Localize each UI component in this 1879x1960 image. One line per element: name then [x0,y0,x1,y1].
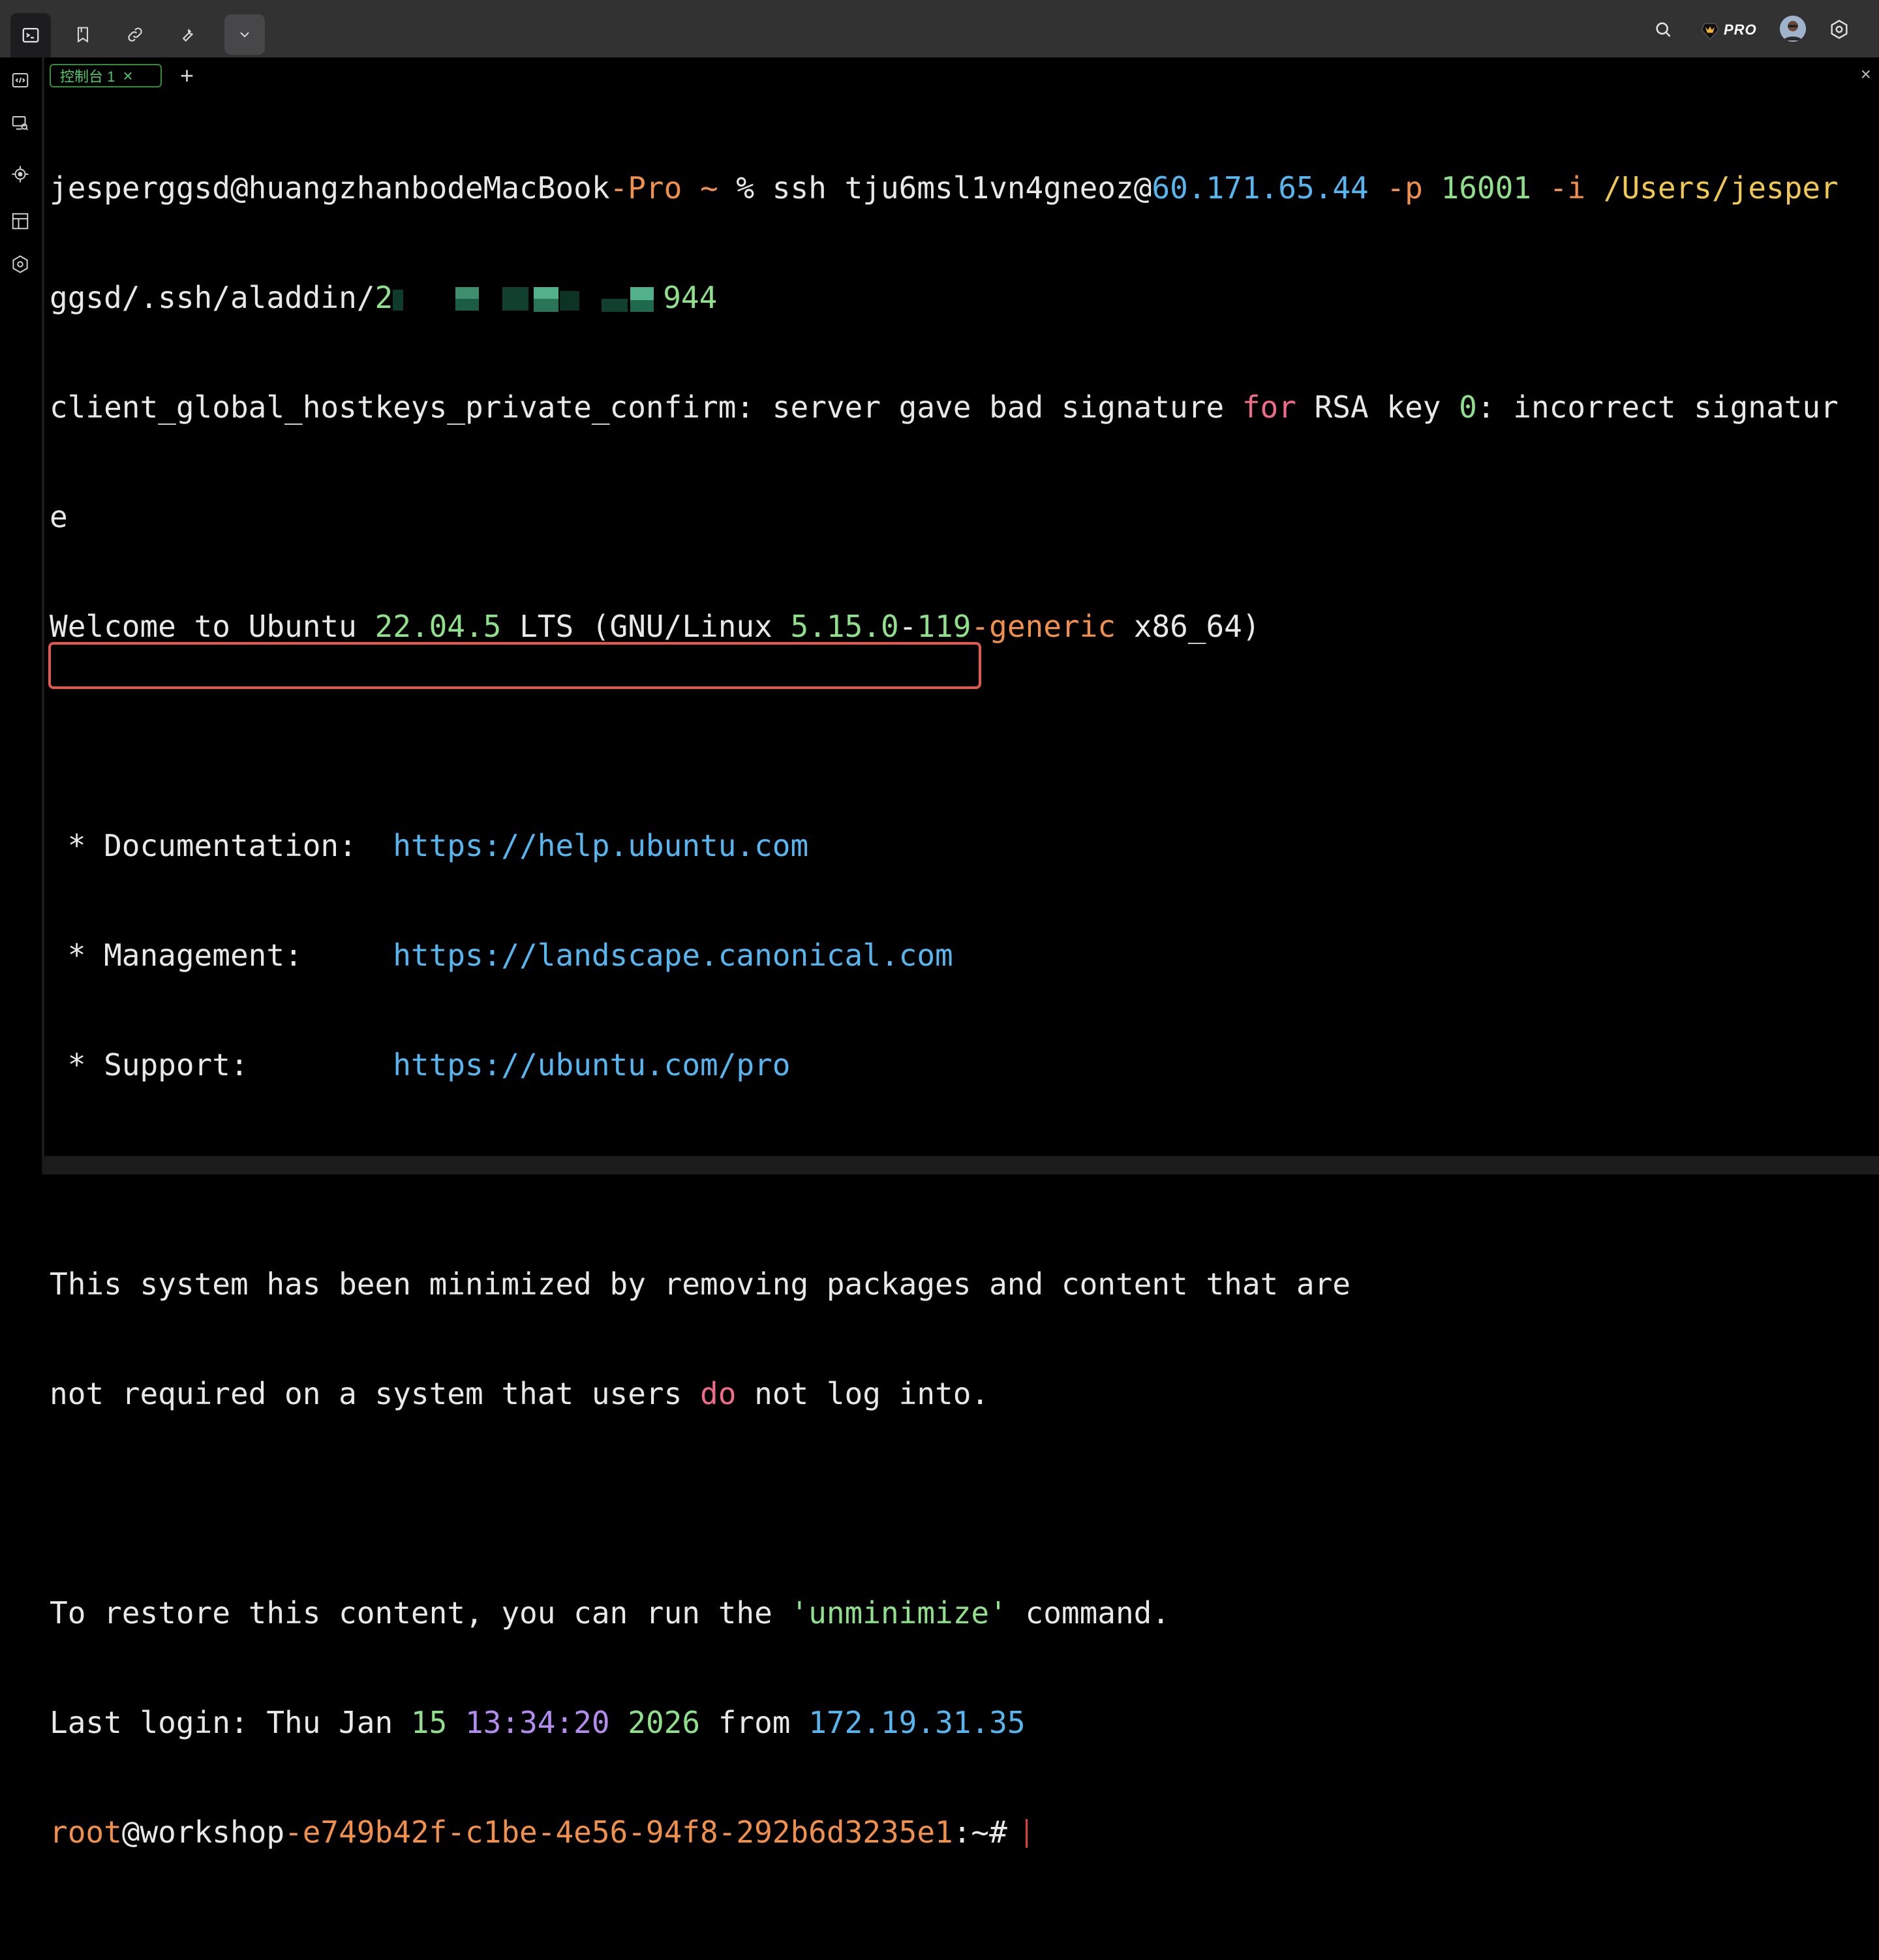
terminal-line: * Support: https://ubuntu.com/pro [50,1047,1863,1083]
terminal-line: e [50,499,68,534]
min2-a: not required on a system that users [50,1376,700,1411]
restore-a: To restore this content, you can run the [50,1595,791,1631]
bookmark-icon[interactable] [63,14,103,55]
login-time: 13:34:20 [465,1705,610,1740]
terminal-output: jesperggsd@huangzhanbodeMacBook-Pro ~ % … [48,97,1863,1960]
login-from: from [700,1705,809,1740]
add-tab-button[interactable]: + [180,63,194,89]
kernel-flavor: -generic [971,609,1116,644]
search-icon[interactable] [1648,14,1678,44]
kernel-build: 119 [917,609,971,644]
kernel-version: 5.15.0 [790,609,899,644]
hostkey-msg-b: RSA key [1296,390,1459,425]
terminal-pane[interactable]: jesperggsd@huangzhanbodeMacBook-Pro ~ % … [44,97,1879,1850]
doc-label: * Documentation: [50,828,393,863]
last-login-a: Last login: Thu Jan [50,1705,411,1740]
min2-b: not log into. [736,1376,990,1411]
terminal-line: * Management: https://landscape.canonica… [50,937,1863,973]
settings-icon[interactable] [1824,14,1854,44]
unminimize-string: 'unminimize' [790,1595,1007,1631]
left-rail [0,57,42,1174]
percent: % [718,170,772,206]
tilde: ~ [682,170,718,206]
layout-icon[interactable] [5,206,35,236]
wrench-icon[interactable] [167,14,207,55]
welcome-b: LTS (GNU/Linux [501,609,791,644]
pro-badge[interactable]: PRO [1699,18,1762,42]
ssh-user-host: jesperggsd@huangzhanbodeMacBook [50,170,610,206]
hostkey-msg: client_global_hostkeys_private_confirm: … [50,390,1242,425]
ssh-port: 16001 [1441,170,1531,206]
bottom-strip [44,1156,1879,1174]
kernel-dash: - [898,609,917,644]
tab-label: 控制台 1 [60,69,115,85]
terminal-line: client_global_hostkeys_private_confirm: … [50,389,1863,425]
key-path-cont: ggsd/.ssh/aladdin/ [50,280,375,315]
login-day: 15 [410,1705,448,1740]
hexagon-settings-icon[interactable] [5,249,35,279]
support-link[interactable]: https://ubuntu.com/pro [393,1047,790,1082]
key-index: 0 [1459,390,1477,425]
terminal-prompt-line[interactable]: root@workshop-e749b42f-c1be-4e56-94f8-29… [50,1814,1863,1850]
tab-row: 控制台 1 × + × [44,57,1879,97]
flag-p: -p [1368,170,1441,206]
ssh-command: ssh tju6msl1vn4gneoz@ [772,170,1152,206]
key-path-start: 2 [374,280,393,315]
login-ip: 172.19.31.35 [808,1705,1026,1740]
tab-close-icon[interactable]: × [123,67,132,84]
link-icon[interactable] [115,14,155,55]
keyword-do: do [700,1376,737,1411]
top-toolbar: PRO [0,0,1879,57]
welcome-a: Welcome to Ubuntu [50,609,375,644]
terminal-line: Last login: Thu Jan 15 13:34:20 2026 fro… [50,1704,1863,1741]
key-path: /Users/jesper [1603,170,1839,206]
key-path-end: 944 [663,280,718,315]
prompt-user: root [50,1815,122,1850]
prompt-suffix: :~# [953,1815,1026,1850]
restore-b: command. [1007,1595,1170,1631]
prompt-host: @workshop [121,1815,285,1850]
redacted-block [393,287,663,313]
close-pane-icon[interactable]: × [1861,64,1871,85]
hostkey-msg-c: : incorrect signatur [1476,390,1839,425]
mgmt-link[interactable]: https://landscape.canonical.com [393,938,953,973]
prompt-highlight-box [48,642,981,689]
terminal-line: This system has been minimized by removi… [50,1266,1351,1302]
terminal-line: To restore this content, you can run the… [50,1595,1863,1631]
mgmt-label: * Management: [50,938,393,973]
terminal-line: not required on a system that users do n… [50,1375,1863,1412]
monitor-search-icon[interactable] [5,108,35,138]
keyword-for: for [1242,390,1296,425]
terminal-line: jesperggsd@huangzhanbodeMacBook-Pro ~ % … [50,170,1863,206]
prompt-host-id: -e749b42f-c1be-4e56-94f8-292b6d3235e1 [284,1815,953,1850]
terminal-line: * Documentation: https://help.ubuntu.com [50,827,1863,864]
code-window-icon[interactable] [5,65,35,95]
crown-icon [1701,23,1719,40]
terminal-line: ggsd/.ssh/aladdin/2 944 [50,279,1863,316]
terminal-line: Welcome to Ubuntu 22.04.5 LTS (GNU/Linux… [50,608,1863,645]
flag-i: -i [1531,170,1604,206]
support-label: * Support: [50,1047,393,1082]
host-suffix: -Pro [609,170,682,206]
text-cursor [1025,1819,1028,1848]
avatar[interactable] [1780,16,1806,42]
doc-link[interactable]: https://help.ubuntu.com [393,828,808,863]
chevron-down-icon[interactable] [224,14,265,55]
ssh-ip: 60.171.65.44 [1152,170,1369,206]
terminal-icon[interactable] [10,13,51,57]
login-year: 2026 [628,1705,701,1740]
welcome-c: x86_64) [1116,609,1260,644]
pro-label: PRO [1724,22,1757,38]
ubuntu-version: 22.04.5 [374,609,502,644]
tab-console-1[interactable]: 控制台 1 × [50,64,162,87]
crosshair-icon[interactable] [5,159,35,189]
